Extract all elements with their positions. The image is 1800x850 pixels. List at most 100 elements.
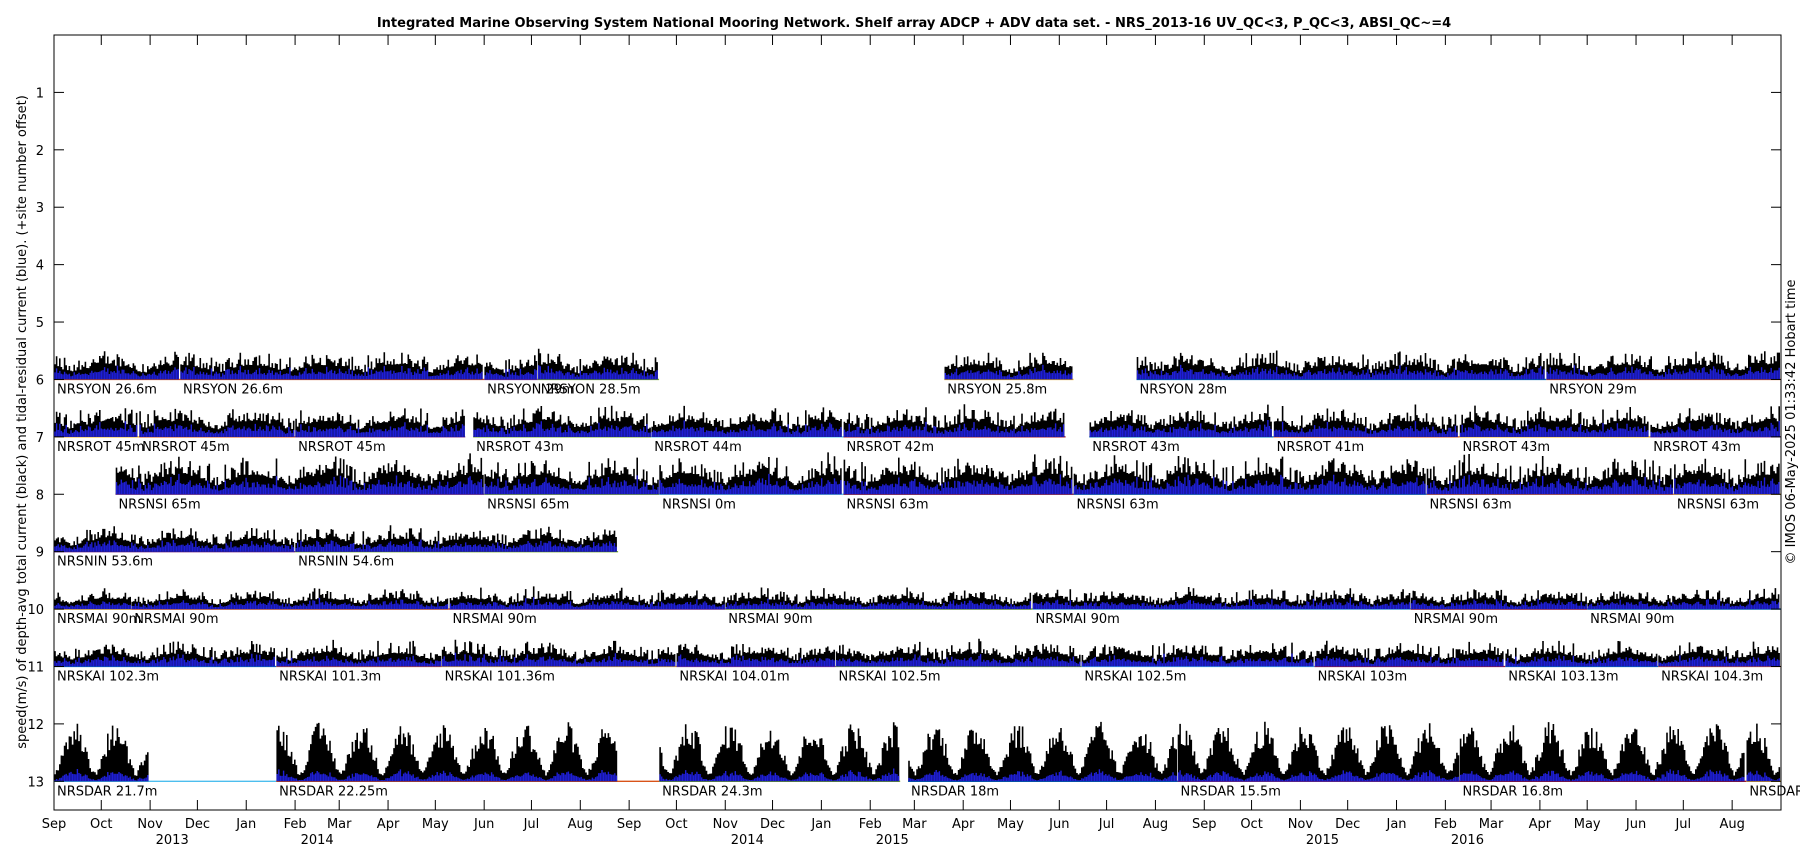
timestamp-note: © IMOS 06-May-2025 01:33:42 Hobart time xyxy=(1784,280,1799,565)
chart: Integrated Marine Observing System Natio… xyxy=(15,16,1800,848)
deployment-label: NRSDAR 15.5m xyxy=(1180,784,1280,799)
x-tick-label: Apr xyxy=(377,817,400,832)
x-year-label: 2015 xyxy=(1306,833,1339,848)
x-tick-label: Jan xyxy=(235,817,256,832)
x-tick-label: Nov xyxy=(713,817,739,832)
deployment-label: NRSROT 45m xyxy=(142,440,230,455)
y-axis-label: speed(m/s) of depth-avg total current (b… xyxy=(15,95,30,749)
x-tick-label: Aug xyxy=(1143,817,1168,832)
y-tick-label: 8 xyxy=(36,488,44,503)
x-tick-label: Oct xyxy=(665,817,687,832)
deployment-label: NRSKAI 102.5m xyxy=(1084,669,1186,684)
x-tick-label: Oct xyxy=(90,817,112,832)
y-tick-label: 7 xyxy=(36,431,44,446)
x-tick-label: Sep xyxy=(42,817,67,832)
deployment-label: NRSROT 43m xyxy=(1092,440,1180,455)
x-tick-label: Oct xyxy=(1240,817,1262,832)
x-tick-label: Feb xyxy=(1434,817,1457,832)
deployment-label: NRSNSI 63m xyxy=(1677,497,1759,512)
deployment-label: NRSMAI 90m xyxy=(453,612,537,627)
deployment-label: NRSROT 45m xyxy=(298,440,386,455)
deployment-label: NRSMAI 90m xyxy=(728,612,812,627)
deployment-label: NRSKAI 104.3m xyxy=(1661,669,1763,684)
x-tick-label: Dec xyxy=(760,817,785,832)
deployment-label: NRSMAI 90m xyxy=(1036,612,1120,627)
deployment-label: NRSDAR 16.8m xyxy=(1463,784,1563,799)
x-tick-label: Jun xyxy=(1625,817,1646,832)
x-tick-label: Dec xyxy=(1335,817,1360,832)
deployment-label: NRSKAI 103.13m xyxy=(1508,669,1618,684)
x-tick-label: Mar xyxy=(902,817,927,832)
x-tick-label: Mar xyxy=(327,817,352,832)
x-tick-label: Sep xyxy=(1192,817,1217,832)
deployment-label: NRSROT 43m xyxy=(1653,440,1741,455)
deployment-label: NRSNIN 53.6m xyxy=(57,555,153,570)
x-tick-label: May xyxy=(1574,817,1601,832)
deployment-label: NRSROT 44m xyxy=(654,440,742,455)
deployment-label: NRSDAR xyxy=(1749,784,1800,799)
y-tick-label: 3 xyxy=(36,201,44,216)
y-tick-label: 5 xyxy=(36,316,44,331)
y-tick-label: 1 xyxy=(36,86,44,101)
deployment-label: NRSDAR 22.25m xyxy=(279,784,388,799)
x-tick-label: Feb xyxy=(284,817,307,832)
deployment-label: NRSROT 41m xyxy=(1277,440,1365,455)
deployment-label: NRSDAR 21.7m xyxy=(57,784,157,799)
deployment-label: NRSKAI 103m xyxy=(1318,669,1408,684)
x-tick-label: Sep xyxy=(617,817,642,832)
x-year-label: 2014 xyxy=(731,833,764,848)
deployment-label: NRSROT 45m xyxy=(57,440,145,455)
deployment-label: NRSNIN 54.6m xyxy=(298,555,394,570)
deployment-label: NRSMAI 90m xyxy=(134,612,218,627)
x-tick-label: Jul xyxy=(523,817,540,832)
x-tick-label: Nov xyxy=(1288,817,1314,832)
y-tick-label: 6 xyxy=(36,373,44,388)
x-tick-label: Jun xyxy=(1048,817,1069,832)
deployment-label: NRSKAI 101.3m xyxy=(279,669,381,684)
deployment-label: NRSNSI 0m xyxy=(662,497,736,512)
x-tick-label: Jul xyxy=(1098,817,1115,832)
deployment-label: NRSNSI 63m xyxy=(846,497,928,512)
deployment-label: NRSDAR 18m xyxy=(911,784,999,799)
deployment-label: NRSYON 28.5m xyxy=(541,382,641,397)
deployment-label: NRSROT 42m xyxy=(846,440,934,455)
x-year-label: 2015 xyxy=(876,833,909,848)
deployment-label: NRSKAI 102.3m xyxy=(57,669,159,684)
deployment-label: NRSKAI 102.5m xyxy=(839,669,941,684)
x-tick-label: Apr xyxy=(952,817,975,832)
x-tick-label: May xyxy=(422,817,449,832)
deployment-label: NRSYON 29m xyxy=(1549,382,1637,397)
chart-title: Integrated Marine Observing System Natio… xyxy=(377,16,1451,31)
x-tick-label: Mar xyxy=(1479,817,1504,832)
x-tick-label: May xyxy=(997,817,1024,832)
deployment-label: NRSYON 26.6m xyxy=(183,382,283,397)
deployment-label: NRSKAI 104.01m xyxy=(679,669,789,684)
x-year-label: 2016 xyxy=(1451,833,1484,848)
deployment-label: NRSYON 26.6m xyxy=(57,382,157,397)
x-tick-label: Dec xyxy=(185,817,210,832)
x-year-label: 2014 xyxy=(301,833,334,848)
y-tick-label: 2 xyxy=(36,144,44,159)
x-tick-label: Jul xyxy=(1674,817,1691,832)
x-tick-label: Feb xyxy=(859,817,882,832)
y-tick-label: 9 xyxy=(36,546,44,561)
y-tick-label: 4 xyxy=(36,259,44,274)
deployment-label: NRSYON 25.8m xyxy=(947,382,1047,397)
x-tick-label: Jan xyxy=(810,817,831,832)
deployment-label: NRSNSI 63m xyxy=(1076,497,1158,512)
deployment-label: NRSYON 28m xyxy=(1140,382,1228,397)
deployment-label: NRSROT 43m xyxy=(476,440,564,455)
x-tick-label: Aug xyxy=(1719,817,1744,832)
x-year-label: 2013 xyxy=(156,833,189,848)
y-tick-label: 13 xyxy=(27,775,44,790)
x-tick-label: Jun xyxy=(473,817,494,832)
x-tick-label: Aug xyxy=(568,817,593,832)
deployment-label: NRSMAI 90m xyxy=(1414,612,1498,627)
x-tick-label: Nov xyxy=(137,817,163,832)
x-tick-label: Apr xyxy=(1529,817,1552,832)
deployment-label: NRSNSI 63m xyxy=(1429,497,1511,512)
deployment-label: NRSMAI 90m xyxy=(1590,612,1674,627)
deployment-label: NRSROT 43m xyxy=(1463,440,1551,455)
deployment-label: NRSKAI 101.36m xyxy=(445,669,555,684)
deployment-label: NRSDAR 24.3m xyxy=(662,784,762,799)
